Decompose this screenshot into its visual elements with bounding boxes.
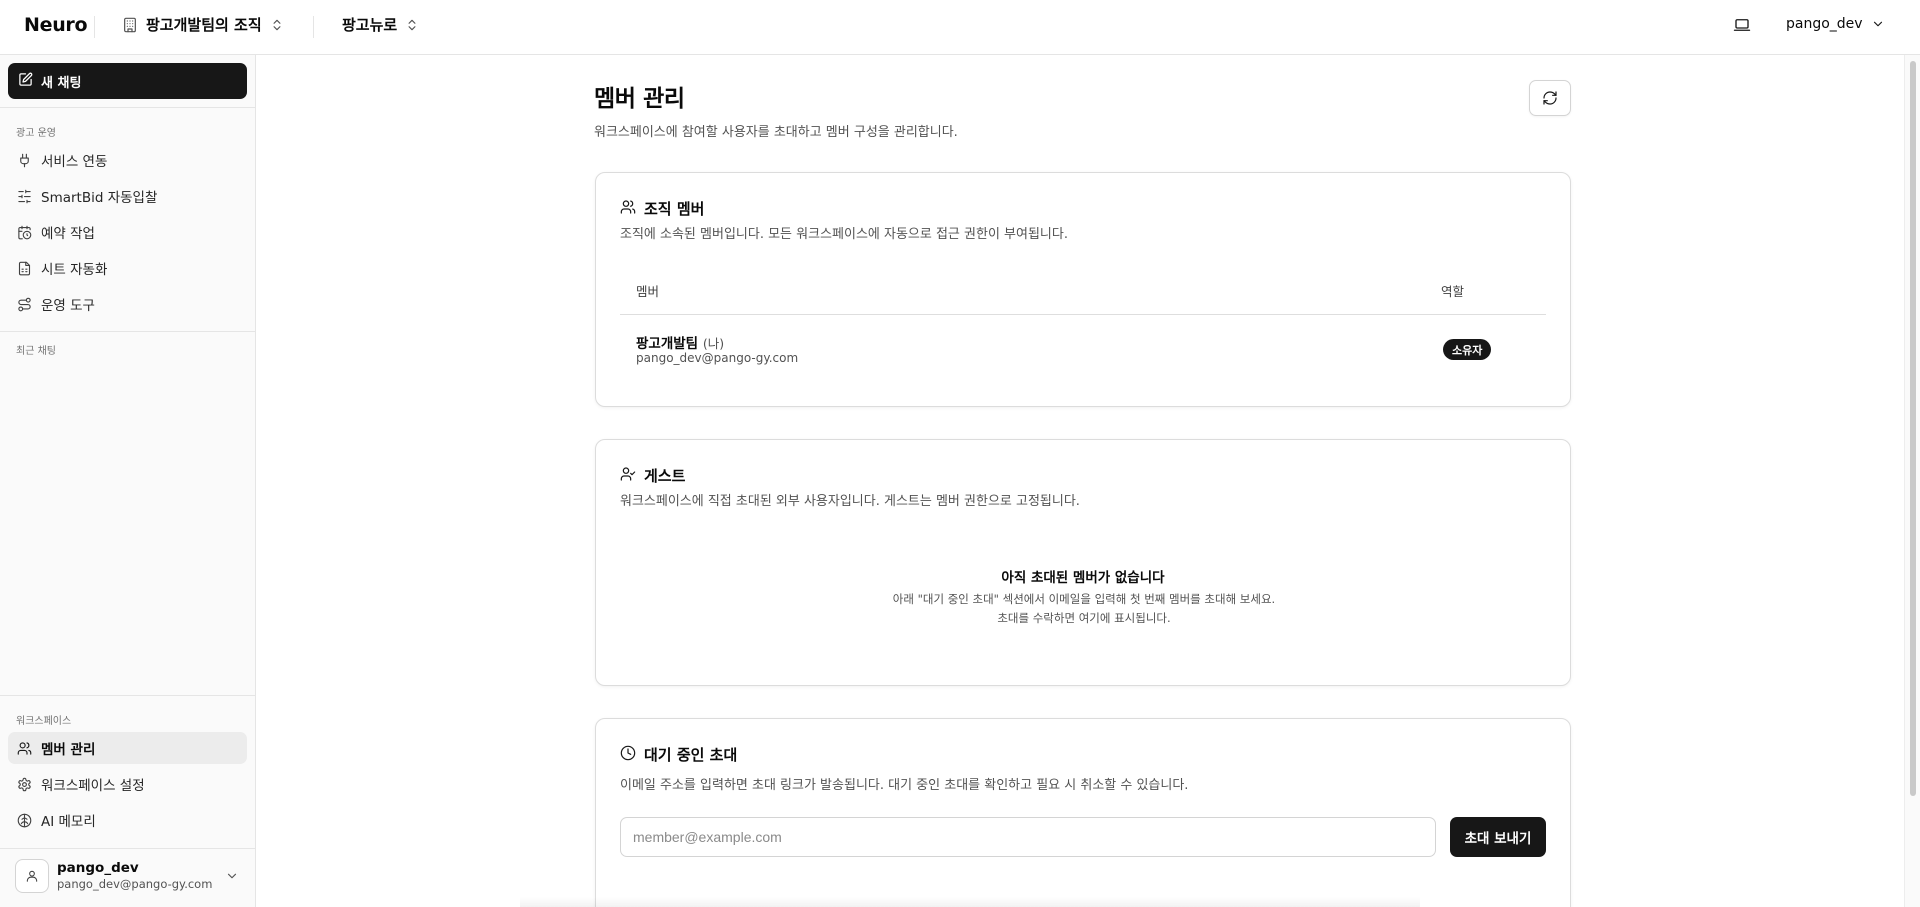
sidebar-item-label: 서비스 연동 (41, 154, 108, 170)
file-sheet-icon (17, 261, 32, 276)
app-logo[interactable]: Neuro (24, 14, 88, 36)
recent-chats-label: 최근 채팅 (16, 346, 56, 357)
sidebar-item-workspace-settings[interactable]: 워크스페이스 설정 (8, 768, 247, 800)
header-divider (313, 16, 314, 38)
brain-icon (17, 813, 32, 828)
org-name: 팡고개발팀의 조직 (146, 16, 262, 34)
chevrons-up-down-icon (405, 18, 419, 32)
member-name: 팡고개발팀 (636, 336, 699, 352)
refresh-icon (1543, 91, 1557, 105)
page-title: 멤버 관리 (594, 86, 685, 112)
sidebar-item-label: 운영 도구 (41, 298, 95, 314)
sidebar-item-label: 예약 작업 (41, 226, 95, 242)
guests-heading: 게스트 (620, 465, 685, 486)
new-chat-label: 새 채팅 (41, 75, 82, 91)
sidebar-item-label: SmartBid 자동입찰 (41, 190, 158, 206)
refresh-button[interactable] (1529, 80, 1571, 116)
bottom-fade (520, 897, 1420, 907)
sidebar-item-scheduled-tasks[interactable]: 예약 작업 (8, 216, 247, 248)
gear-icon (17, 777, 32, 792)
laptop-icon[interactable] (1733, 16, 1751, 38)
chevrons-up-down-icon (270, 18, 284, 32)
users-icon (620, 199, 636, 219)
sidebar-item-ops-tools[interactable]: 운영 도구 (8, 288, 247, 320)
top-bar: Neuro 팡고개발팀의 조직 팡고뉴로 pango_dev (0, 0, 1920, 55)
header-divider (94, 16, 95, 38)
sliders-icon (17, 189, 32, 204)
sidebar-item-sheet-automation[interactable]: 시트 자동화 (8, 252, 247, 284)
member-name-cell: 팡고개발팀 (나) (636, 332, 724, 352)
sidebar-divider (0, 848, 256, 849)
sidebar-user-menu[interactable]: pango_dev pango_dev@pango-gy.com (8, 853, 247, 899)
sidebar-item-label: 시트 자동화 (41, 262, 108, 278)
sidebar-item-members[interactable]: 멤버 관리 (8, 732, 247, 764)
member-email: pango_dev@pango-gy.com (636, 351, 799, 365)
pending-invites-heading: 대기 중인 초대 (620, 744, 737, 765)
guests-title: 게스트 (644, 467, 686, 485)
sidebar-item-service-integration[interactable]: 서비스 연동 (8, 144, 247, 176)
chevron-down-icon (225, 868, 239, 887)
user-icon (26, 870, 38, 882)
header-username: pango_dev (1786, 16, 1863, 32)
sidebar-divider (0, 107, 256, 108)
user-menu[interactable]: pango_dev (1786, 16, 1885, 32)
sidebar-divider (0, 695, 256, 696)
user-check-icon (620, 466, 636, 486)
sidebar-divider (0, 331, 256, 332)
pending-invites-title: 대기 중인 초대 (644, 746, 738, 764)
chevron-down-icon (1871, 17, 1885, 31)
scrollbar[interactable] (1904, 55, 1920, 907)
org-members-heading: 조직 멤버 (620, 198, 704, 219)
guests-description: 워크스페이스에 직접 초대된 외부 사용자입니다. 게스트는 멤버 권한으로 고… (620, 494, 1080, 509)
page-subtitle: 워크스페이스에 참여할 사용자를 초대하고 멤버 구성을 관리합니다. (594, 125, 958, 140)
org-members-title: 조직 멤버 (644, 200, 705, 218)
org-members-card: 조직 멤버 조직에 소속된 멤버입니다. 모든 워크스페이스에 자동으로 접근 … (595, 172, 1571, 407)
sidebar-item-label: AI 메모리 (41, 814, 96, 830)
column-header-role: 역할 (1441, 284, 1465, 299)
sidebar-username: pango_dev (57, 860, 139, 876)
table-header-divider (620, 314, 1546, 315)
sidebar: 새 채팅 광고 운영 서비스 연동 SmartBid 자동입찰 예약 작업 시트… (0, 55, 256, 907)
role-badge: 소유자 (1443, 339, 1492, 360)
route-icon (17, 297, 32, 312)
column-header-member: 멤버 (636, 284, 660, 299)
pending-invites-card: 대기 중인 초대 이메일 주소를 입력하면 초대 링크가 발송됩니다. 대기 중… (595, 718, 1571, 907)
empty-state-title: 아직 초대된 멤버가 없습니다 (1001, 570, 1165, 586)
empty-state-description: 아래 "대기 중인 초대" 섹션에서 이메일을 입력해 첫 번째 멤버를 초대해… (892, 592, 1276, 625)
org-members-description: 조직에 소속된 멤버입니다. 모든 워크스페이스에 자동으로 접근 권한이 부여… (620, 227, 1068, 242)
sidebar-item-ai-memory[interactable]: AI 메모리 (8, 804, 247, 836)
invite-email-input[interactable] (620, 817, 1436, 857)
sidebar-group-label: 워크스페이스 (16, 716, 72, 727)
scrollbar-thumb[interactable] (1910, 61, 1916, 796)
sidebar-item-label: 멤버 관리 (41, 742, 96, 758)
me-tag: (나) (702, 336, 725, 351)
project-name: 팡고뉴로 (342, 16, 398, 34)
building-icon (122, 17, 138, 33)
sidebar-item-label: 워크스페이스 설정 (41, 778, 145, 794)
edit-icon (18, 72, 33, 91)
org-switcher[interactable]: 팡고개발팀의 조직 (122, 14, 284, 35)
project-switcher[interactable]: 팡고뉴로 (342, 14, 419, 35)
pending-invites-description: 이메일 주소를 입력하면 초대 링크가 발송됩니다. 대기 중인 초대를 확인하… (620, 778, 1189, 793)
guests-card: 게스트 워크스페이스에 직접 초대된 외부 사용자입니다. 게스트는 멤버 권한… (595, 439, 1571, 686)
avatar (15, 859, 49, 893)
users-icon (17, 741, 32, 756)
send-invite-button[interactable]: 초대 보내기 (1450, 817, 1546, 857)
sidebar-item-smartbid[interactable]: SmartBid 자동입찰 (8, 180, 247, 212)
sidebar-user-email: pango_dev@pango-gy.com (57, 877, 213, 891)
calendar-clock-icon (17, 225, 32, 240)
sidebar-group-label: 광고 운영 (16, 128, 56, 139)
new-chat-button[interactable]: 새 채팅 (8, 63, 247, 99)
plug-icon (17, 153, 32, 168)
clock-icon (620, 745, 636, 765)
